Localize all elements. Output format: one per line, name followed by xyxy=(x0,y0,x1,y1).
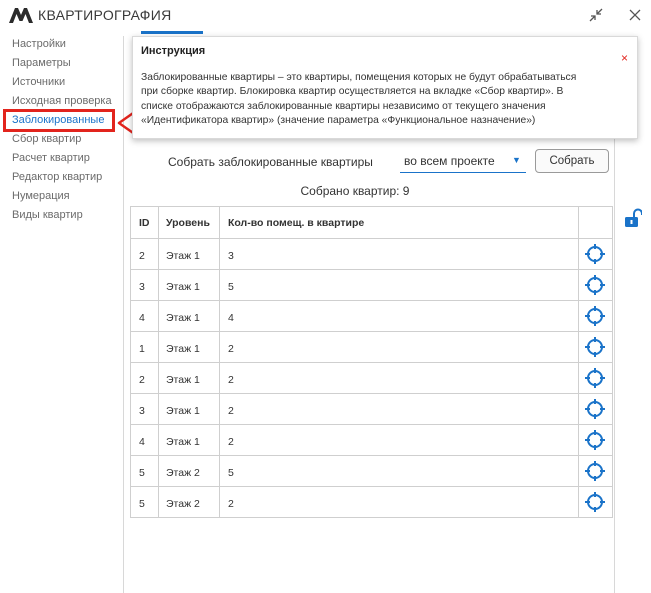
crosshair-target-icon[interactable] xyxy=(585,244,605,264)
sidebar-item-sources[interactable]: Источники xyxy=(12,76,65,88)
cell-level: Этаж 1 xyxy=(166,281,200,293)
unlock-icon[interactable] xyxy=(625,208,642,228)
table-row[interactable]: 2 Этаж 1 2 xyxy=(131,363,612,394)
cell-room-count: 5 xyxy=(228,281,234,293)
table-row[interactable]: 5 Этаж 2 2 xyxy=(131,487,612,518)
cell-id: 3 xyxy=(139,405,145,417)
crosshair-target-icon[interactable] xyxy=(585,368,605,388)
scope-select[interactable]: во всем проекте ▼ xyxy=(400,151,526,173)
crosshair-target-icon[interactable] xyxy=(585,430,605,450)
blocked-apartments-table: ID Уровень Кол-во помещ. в квартире 2 Эт… xyxy=(130,206,613,518)
cell-room-count: 2 xyxy=(228,498,234,510)
table-row[interactable]: 5 Этаж 2 5 xyxy=(131,456,612,487)
cell-room-count: 2 xyxy=(228,436,234,448)
cell-room-count: 4 xyxy=(228,312,234,324)
cell-room-count: 5 xyxy=(228,467,234,479)
cell-id: 3 xyxy=(139,281,145,293)
sidebar-item-editor[interactable]: Редактор квартир xyxy=(12,171,102,183)
header-id[interactable]: ID xyxy=(139,217,150,229)
close-icon xyxy=(629,9,641,21)
instruction-line: при сборке квартир. Блокировка квартир о… xyxy=(141,86,564,98)
cell-level: Этаж 1 xyxy=(166,405,200,417)
crosshair-target-icon[interactable] xyxy=(585,337,605,357)
sidebar-item-calc[interactable]: Расчет квартир xyxy=(12,152,90,164)
header-level[interactable]: Уровень xyxy=(166,217,210,229)
collected-count: Собрано квартир: 9 xyxy=(300,184,410,198)
table-row[interactable]: 1 Этаж 1 2 xyxy=(131,332,612,363)
table-row[interactable]: 3 Этаж 1 5 xyxy=(131,270,612,301)
collect-button[interactable]: Собрать xyxy=(535,149,609,173)
cell-room-count: 2 xyxy=(228,405,234,417)
cell-room-count: 3 xyxy=(228,250,234,262)
collect-label: Собрать заблокированные квартиры xyxy=(168,155,373,169)
app-title: КВАРТИРОГРАФИЯ xyxy=(38,7,172,23)
sidebar-item-numbering[interactable]: Нумерация xyxy=(12,190,70,202)
instruction-title: Инструкция xyxy=(141,45,206,57)
cell-id: 1 xyxy=(139,343,145,355)
title-bar: КВАРТИРОГРАФИЯ xyxy=(0,0,651,30)
collapse-button[interactable] xyxy=(585,4,607,26)
scope-value: во всем проекте xyxy=(404,154,495,168)
cell-room-count: 2 xyxy=(228,343,234,355)
table-row[interactable]: 2 Этаж 1 3 xyxy=(131,239,612,270)
crosshair-target-icon[interactable] xyxy=(585,306,605,326)
cell-id: 5 xyxy=(139,498,145,510)
instruction-line: списке отображаются заблокированные квар… xyxy=(141,100,546,112)
sidebar-item-collect[interactable]: Сбор квартир xyxy=(12,133,81,145)
cell-id: 4 xyxy=(139,312,145,324)
close-icon[interactable]: × xyxy=(621,52,628,64)
cell-level: Этаж 1 xyxy=(166,436,200,448)
instruction-line: «Идентификатора квартир» (значение парам… xyxy=(141,115,536,127)
cell-id: 2 xyxy=(139,250,145,262)
cell-level: Этаж 2 xyxy=(166,498,200,510)
crosshair-target-icon[interactable] xyxy=(585,275,605,295)
instruction-text: Заблокированные квартиры – это квартиры,… xyxy=(141,71,627,129)
crosshair-target-icon[interactable] xyxy=(585,492,605,512)
active-item-highlight xyxy=(3,109,115,132)
cell-id: 4 xyxy=(139,436,145,448)
chevron-down-icon: ▼ xyxy=(512,155,521,165)
sidebar-item-initial-check[interactable]: Исходная проверка xyxy=(12,95,112,107)
table-row[interactable]: 4 Этаж 1 4 xyxy=(131,301,612,332)
cell-id: 2 xyxy=(139,374,145,386)
table-header: ID Уровень Кол-во помещ. в квартире xyxy=(131,207,612,238)
instruction-popup: Инструкция × Заблокированные квартиры – … xyxy=(132,36,638,139)
table-row[interactable]: 4 Этаж 1 2 xyxy=(131,425,612,456)
cell-room-count: 2 xyxy=(228,374,234,386)
header-room-count[interactable]: Кол-во помещ. в квартире xyxy=(228,217,364,229)
sidebar-item-settings[interactable]: Настройки xyxy=(12,38,66,50)
cell-level: Этаж 1 xyxy=(166,312,200,324)
cell-level: Этаж 1 xyxy=(166,250,200,262)
sidebar-item-apartment-types[interactable]: Виды квартир xyxy=(12,209,83,221)
crosshair-target-icon[interactable] xyxy=(585,399,605,419)
cell-level: Этаж 1 xyxy=(166,343,200,355)
cell-level: Этаж 2 xyxy=(166,467,200,479)
app-logo-icon xyxy=(9,8,33,23)
crosshair-target-icon[interactable] xyxy=(585,461,605,481)
collapse-arrows-icon xyxy=(589,8,603,22)
right-divider xyxy=(614,130,615,593)
close-button[interactable] xyxy=(624,4,646,26)
cell-id: 5 xyxy=(139,467,145,479)
tab-accent xyxy=(141,31,203,34)
cell-level: Этаж 1 xyxy=(166,374,200,386)
sidebar-item-parameters[interactable]: Параметры xyxy=(12,57,71,69)
instruction-line: Заблокированные квартиры – это квартиры,… xyxy=(141,72,577,83)
table-row[interactable]: 3 Этаж 1 2 xyxy=(131,394,612,425)
